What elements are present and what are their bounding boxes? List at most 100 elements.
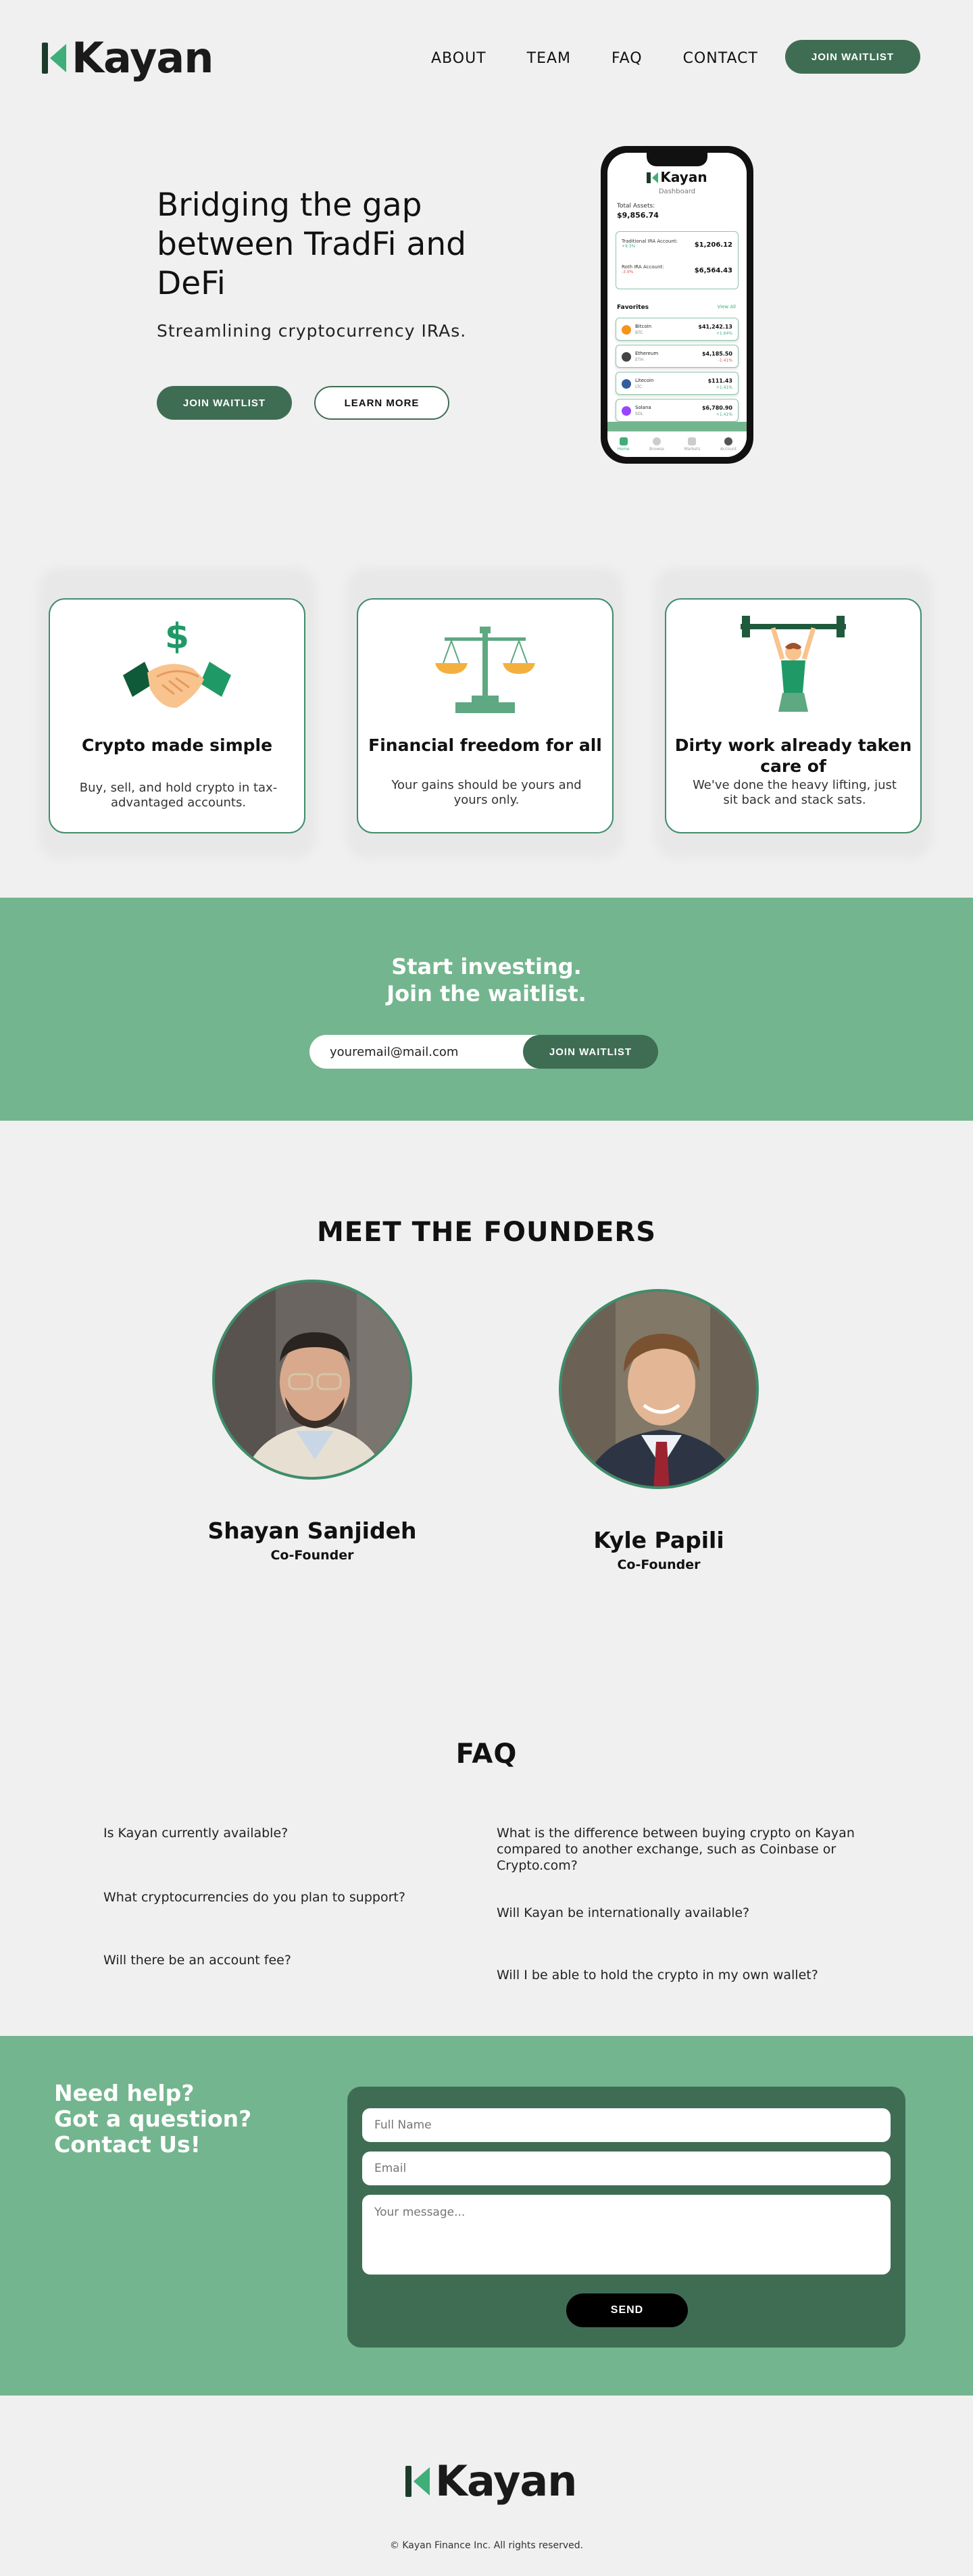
phone-screen: Kayan Dashboard Total Assets: $9,856.74 …: [607, 153, 747, 457]
coin-name: Ethereum: [635, 351, 659, 356]
coin-change: -1.41%: [718, 358, 732, 363]
founder-photo-image: [562, 1292, 756, 1486]
top-nav: Kayan ABOUT TEAM FAQ CONTACT JOIN WAITLI…: [0, 0, 973, 115]
coin-change: +1.41%: [716, 385, 732, 390]
nav-join-waitlist-button[interactable]: JOIN WAITLIST: [785, 40, 920, 74]
account-label: Roth IRA Account:: [622, 264, 664, 270]
coin-price: $4,185.50: [701, 351, 732, 357]
phone-tab-home[interactable]: Home: [618, 437, 630, 452]
feature-card-financial-freedom: Financial freedom for all Your gains sho…: [357, 598, 614, 833]
waitlist-section: Start investing. Join the waitlist. JOIN…: [0, 898, 973, 1121]
coin-ticker: LTC: [635, 385, 643, 389]
contact-heading: Need help? Got a question? Contact Us!: [54, 2081, 251, 2158]
coin-name: Litecoin: [635, 378, 654, 383]
nav-link-contact[interactable]: CONTACT: [683, 50, 758, 67]
hero-learn-more-button[interactable]: LEARN MORE: [314, 386, 449, 420]
feature-description: We've done the heavy lifting, just sit b…: [693, 778, 897, 807]
coin-ticker: ETH: [635, 358, 643, 362]
feature-card-dirty-work: Dirty work already taken care of We've d…: [665, 598, 922, 833]
faq-question[interactable]: What is the difference between buying cr…: [497, 1825, 862, 1874]
faq-question[interactable]: Will there be an account fee?: [103, 1952, 441, 1968]
coin-price: $6,780.90: [701, 405, 732, 411]
message-field[interactable]: [362, 2195, 891, 2275]
send-button[interactable]: SEND: [566, 2293, 688, 2327]
nav-link-team[interactable]: TEAM: [527, 50, 571, 67]
coin-price: $111.43: [707, 378, 732, 384]
account-value: $1,206.12: [694, 241, 732, 249]
phone-tab-label: Home: [617, 447, 630, 452]
phone-coin-row[interactable]: Bitcoin BTC $41,242.13 +1.64%: [616, 318, 739, 341]
footer-copyright: © Kayan Finance Inc. All rights reserved…: [389, 2540, 584, 2551]
email-field[interactable]: [362, 2152, 891, 2185]
phone-mockup: Kayan Dashboard Total Assets: $9,856.74 …: [601, 146, 753, 464]
founder-name: Shayan Sanjideh: [207, 1517, 417, 1544]
phone-screen-title: Dashboard: [658, 188, 696, 195]
phone-green-strip: [607, 422, 747, 431]
phone-coin-row[interactable]: Ethereum ETH $4,185.50 -1.41%: [616, 345, 739, 368]
founder-avatar: [559, 1289, 759, 1489]
phone-tab-markets[interactable]: Markets: [684, 437, 701, 452]
hero-join-waitlist-button[interactable]: JOIN WAITLIST: [157, 386, 292, 420]
phone-tab-browse[interactable]: Browse: [649, 437, 664, 452]
feature-title: Dirty work already taken care of: [674, 735, 912, 776]
nav-link-about[interactable]: ABOUT: [431, 50, 487, 67]
phone-tab-account[interactable]: Account: [720, 437, 737, 452]
phone-account-row: Traditional IRA Account: +9.3% $1,206.12: [622, 239, 732, 249]
compass-icon: [653, 437, 662, 445]
faq-question[interactable]: Will I be able to hold the crypto in my …: [497, 1967, 862, 1983]
footer-logo-text: Kayan: [435, 2456, 577, 2506]
waitlist-email-input[interactable]: [309, 1035, 539, 1069]
phone-total-value: $9,856.74: [617, 211, 659, 220]
hero-title: Bridging the gap between TradFi and DeFi: [157, 187, 466, 302]
faq-question[interactable]: Will Kayan be internationally available?: [497, 1905, 862, 1921]
phone-tab-label: Account: [720, 447, 737, 452]
coin-price: $41,242.13: [698, 324, 732, 330]
balance-scale-icon: [435, 627, 535, 713]
founder-role: Co-Founder: [617, 1557, 701, 1572]
faq-question[interactable]: What cryptocurrencies do you plan to sup…: [103, 1889, 441, 1905]
coin-change: +1.64%: [716, 331, 732, 336]
phone-accounts-card: Traditional IRA Account: +9.3% $1,206.12…: [616, 231, 739, 289]
account-label: Traditional IRA Account:: [622, 239, 678, 244]
phone-coin-row[interactable]: Solana SOL $6,780.90 +1.41%: [616, 399, 739, 422]
footer-logo[interactable]: Kayan: [405, 2456, 577, 2506]
phone-tab-label: Markets: [684, 447, 701, 452]
waitlist-join-button[interactable]: JOIN WAITLIST: [523, 1035, 658, 1069]
contact-heading-line: Contact Us!: [54, 2131, 201, 2158]
bar-chart-icon: [688, 437, 697, 445]
nav-links: ABOUT TEAM FAQ CONTACT: [431, 50, 799, 67]
founder-name: Kyle Papili: [593, 1527, 724, 1553]
phone-notch: [647, 153, 707, 166]
kayan-logo-mark-icon: [42, 41, 68, 75]
logo-text: Kayan: [72, 33, 214, 82]
waitlist-title-line: Start investing.: [391, 954, 582, 979]
phone-tab-label: Browse: [649, 447, 664, 452]
faq-question[interactable]: Is Kayan currently available?: [103, 1825, 441, 1841]
phone-total-label: Total Assets:: [617, 203, 655, 210]
founder-card: Kyle Papili Co-Founder: [551, 1289, 767, 1572]
coin-ticker: SOL: [635, 412, 643, 416]
phone-favorites-label: Favorites: [617, 304, 649, 311]
faq-title: FAQ: [455, 1739, 518, 1770]
founder-avatar: [212, 1280, 412, 1480]
waitlist-title: Start investing. Join the waitlist.: [0, 953, 973, 1007]
svg-text:$: $: [165, 616, 189, 657]
phone-coin-row[interactable]: Litecoin LTC $111.43 +1.41%: [616, 372, 739, 395]
nav-link-faq[interactable]: FAQ: [612, 50, 643, 67]
founder-card: Shayan Sanjideh Co-Founder: [204, 1280, 420, 1563]
home-icon: [619, 437, 628, 445]
feature-description: Your gains should be yours and yours onl…: [391, 778, 582, 807]
account-value: $6,564.43: [694, 267, 732, 274]
phone-view-all-link[interactable]: View All: [717, 304, 736, 310]
weightlifter-icon: [741, 616, 846, 712]
phone-account-row: Roth IRA Account: -3.9% $6,564.43: [622, 264, 732, 274]
founders-title: MEET THE FOUNDERS: [316, 1217, 657, 1248]
contact-heading-line: Need help?: [54, 2080, 195, 2106]
bitcoin-icon: [622, 325, 631, 335]
solana-icon: [622, 406, 631, 416]
kayan-logo[interactable]: Kayan: [42, 33, 214, 82]
account-avatar-icon: [724, 437, 733, 445]
full-name-field[interactable]: [362, 2108, 891, 2142]
coin-name: Bitcoin: [635, 324, 652, 329]
phone-tab-bar: Home Browse Markets Account: [607, 431, 747, 457]
